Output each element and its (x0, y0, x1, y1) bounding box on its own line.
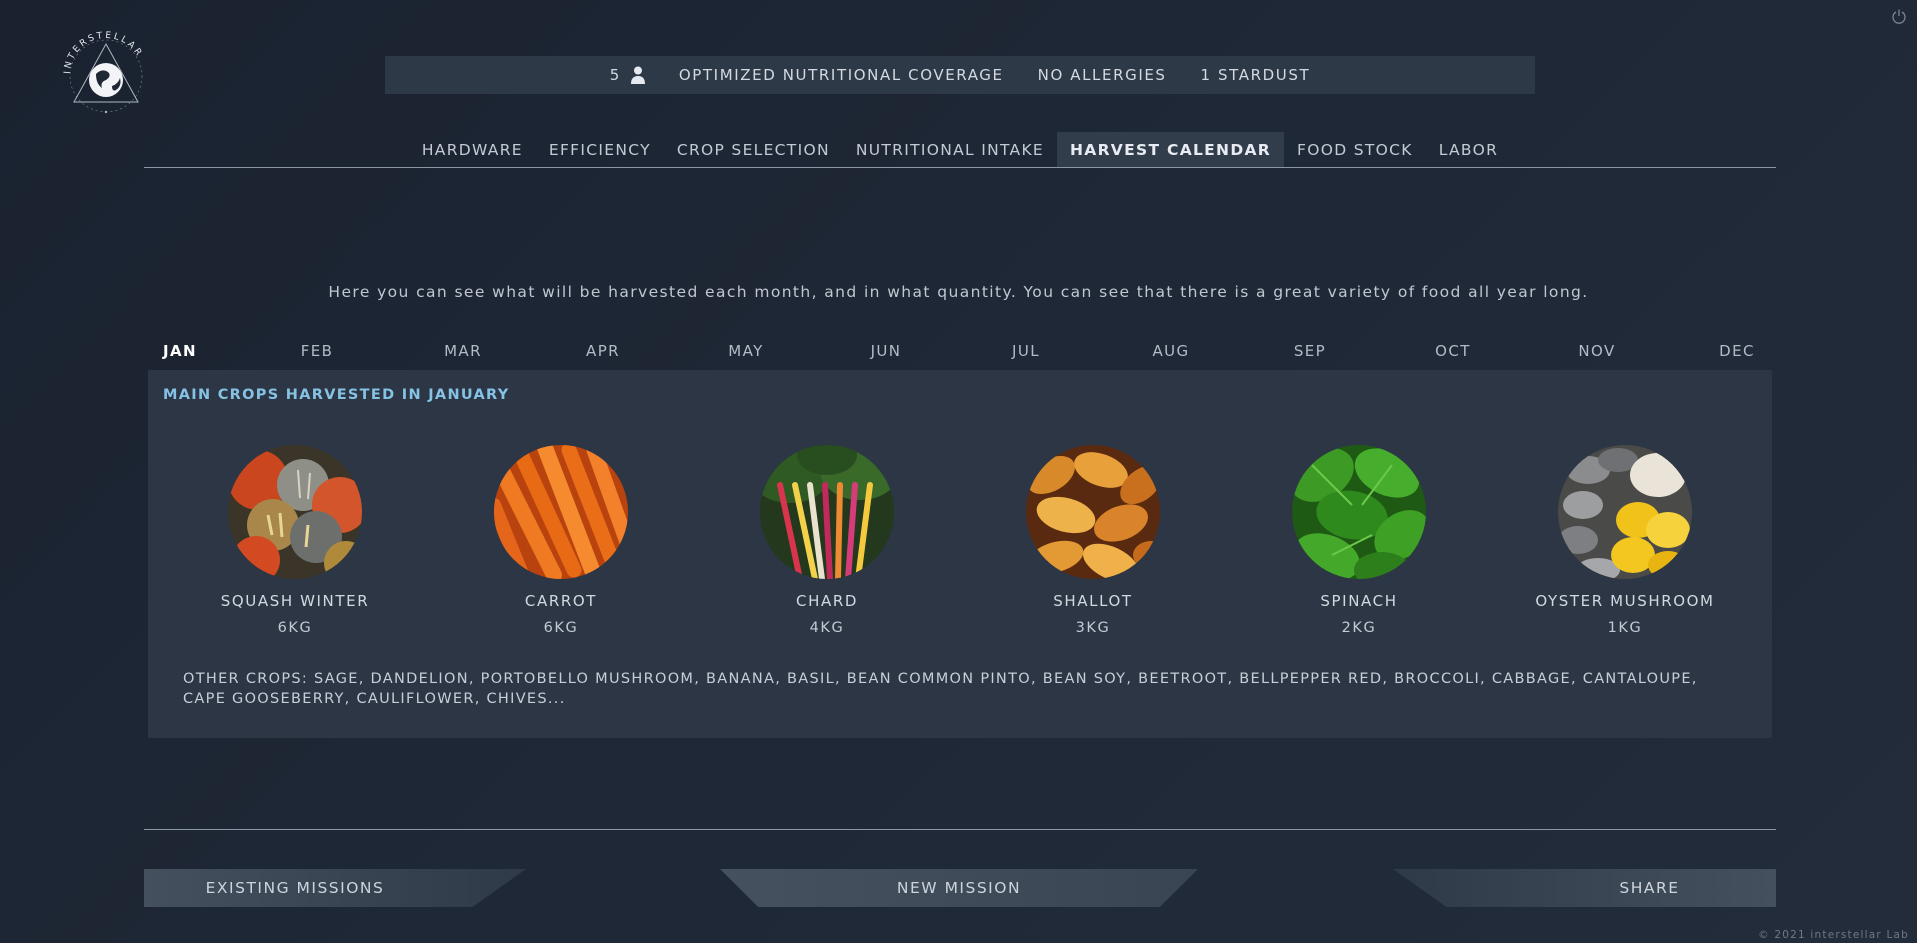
month-may[interactable]: MAY (711, 342, 781, 360)
month-dec[interactable]: DEC (1702, 342, 1772, 360)
new-mission-label: NEW MISSION (896, 879, 1022, 897)
power-icon[interactable] (1891, 8, 1907, 24)
month-sep[interactable]: SEP (1275, 342, 1345, 360)
squash-image (228, 445, 362, 579)
month-feb[interactable]: FEB (282, 342, 352, 360)
month-jan[interactable]: JAN (145, 342, 215, 360)
existing-missions-label: EXISTING MISSIONS (205, 879, 385, 897)
crop-qty: 6KG (277, 620, 313, 636)
tab-nutritional-intake[interactable]: NUTRITIONAL INTAKE (843, 132, 1057, 167)
mushroom-image (1558, 445, 1692, 579)
stardust[interactable]: 1 STARDUST (1201, 66, 1311, 84)
panel-title: MAIN CROPS HARVESTED IN JANUARY (163, 387, 510, 403)
interstellar-logo[interactable]: INTERSTELLAR (56, 24, 156, 120)
crop-card[interactable]: CHARD 4KG (727, 445, 927, 636)
person-icon (630, 66, 645, 84)
crop-qty: 4KG (809, 620, 845, 636)
month-oct[interactable]: OCT (1418, 342, 1488, 360)
tab-labor[interactable]: LABOR (1426, 132, 1511, 167)
chard-image (760, 445, 894, 579)
crop-card[interactable]: SPINACH 2KG (1259, 445, 1459, 636)
month-mar[interactable]: MAR (428, 342, 498, 360)
main-tabs: HARDWARE EFFICIENCY CROP SELECTION NUTRI… (144, 132, 1776, 168)
crop-qty: 6KG (543, 620, 579, 636)
shallot-image (1026, 445, 1160, 579)
crop-name: SHALLOT (1053, 592, 1133, 610)
crop-name: OYSTER MUSHROOM (1535, 592, 1715, 610)
month-selector: JAN FEB MAR APR MAY JUN JUL AUG SEP OCT … (163, 342, 1756, 366)
crop-name: SPINACH (1320, 592, 1398, 610)
month-aug[interactable]: AUG (1136, 342, 1206, 360)
month-jun[interactable]: JUN (851, 342, 921, 360)
crop-name: CHARD (796, 592, 858, 610)
crop-name: SQUASH WINTER (220, 592, 370, 610)
carrot-image (494, 445, 628, 579)
intro-text: Here you can see what will be harvested … (328, 283, 1589, 301)
copyright: © 2021 interstellar Lab (1758, 929, 1909, 941)
month-jul[interactable]: JUL (991, 342, 1061, 360)
crop-card[interactable]: OYSTER MUSHROOM 1KG (1525, 445, 1725, 636)
crop-qty: 2KG (1341, 620, 1377, 636)
tab-efficiency[interactable]: EFFICIENCY (536, 132, 664, 167)
tab-harvest-calendar[interactable]: HARVEST CALENDAR (1057, 132, 1285, 167)
tab-crop-selection[interactable]: CROP SELECTION (664, 132, 843, 167)
crop-name: CARROT (524, 592, 598, 610)
crop-qty: 1KG (1607, 620, 1643, 636)
spinach-image (1292, 445, 1426, 579)
crew-count-value: 5 (609, 66, 621, 84)
bottom-divider (144, 829, 1776, 830)
allergies[interactable]: NO ALLERGIES (1038, 66, 1167, 84)
new-mission-button[interactable]: NEW MISSION (720, 869, 1198, 907)
crop-card[interactable]: CARROT 6KG (461, 445, 661, 636)
harvest-panel: MAIN CROPS HARVESTED IN JANUARY SQUASH W… (148, 370, 1772, 738)
tab-hardware[interactable]: HARDWARE (409, 132, 536, 167)
share-label: SHARE (1619, 879, 1680, 897)
month-nov[interactable]: NOV (1562, 342, 1632, 360)
month-apr[interactable]: APR (568, 342, 638, 360)
crew-count[interactable]: 5 (610, 66, 645, 84)
crop-qty: 3KG (1075, 620, 1111, 636)
share-button[interactable]: SHARE (1393, 869, 1776, 907)
mission-status-bar: 5 OPTIMIZED NUTRITIONAL COVERAGE NO ALLE… (385, 56, 1535, 94)
existing-missions-button[interactable]: EXISTING MISSIONS (144, 869, 526, 907)
nutritional-coverage[interactable]: OPTIMIZED NUTRITIONAL COVERAGE (679, 66, 1004, 84)
other-crops-text: OTHER CROPS: SAGE, DANDELION, PORTOBELLO… (183, 671, 1698, 707)
crop-card[interactable]: SQUASH WINTER 6KG (195, 445, 395, 636)
tab-food-stock[interactable]: FOOD STOCK (1284, 132, 1426, 167)
crop-card[interactable]: SHALLOT 3KG (993, 445, 1193, 636)
